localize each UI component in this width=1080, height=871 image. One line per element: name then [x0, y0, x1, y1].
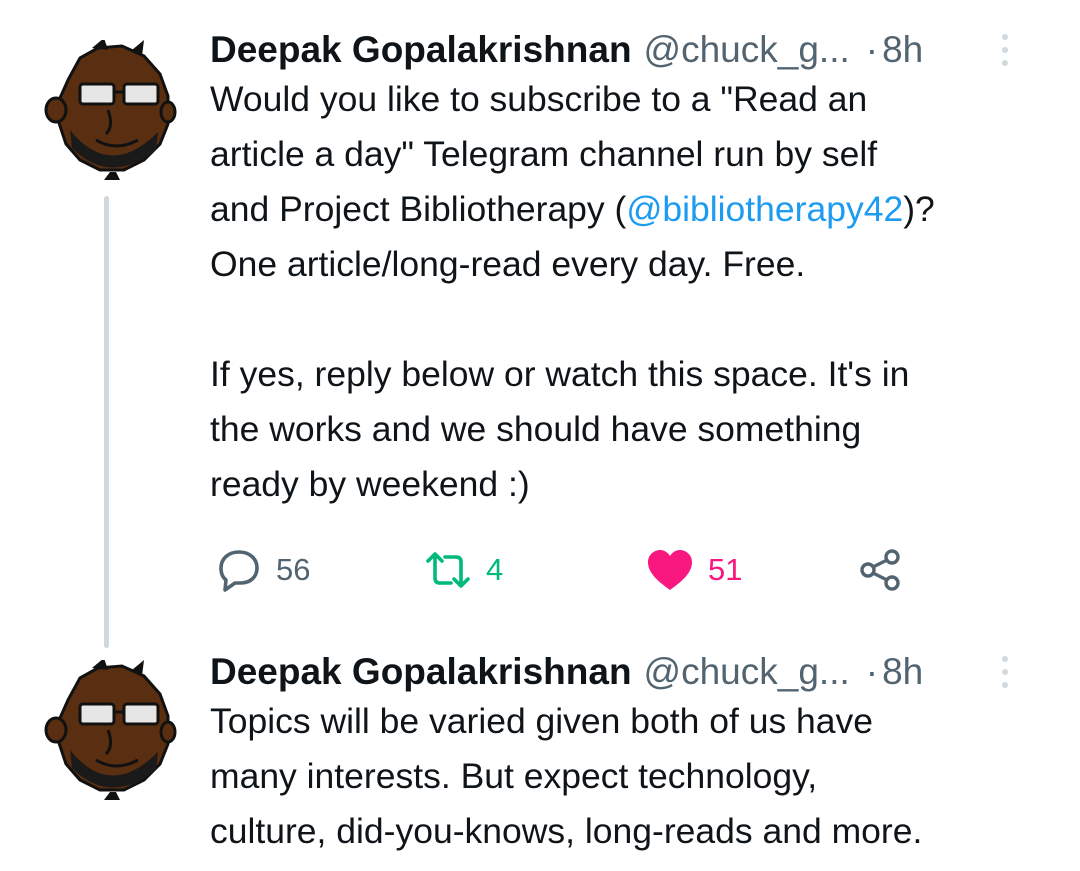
separator-dot: ·: [865, 29, 879, 70]
tweet-text-line: Would you like to subscribe to a "Read a…: [210, 72, 1050, 127]
author-name[interactable]: Deepak Gopalakrishnan: [210, 28, 632, 72]
more-vertical-icon: [1002, 34, 1008, 40]
tweet-text-segment: the works and we should have something: [210, 409, 862, 449]
tweet-text-line: ready by weekend :): [210, 457, 1050, 512]
tweet-text-segment: culture, did-you-knows, long-reads and m…: [210, 811, 923, 851]
more-dot: [1002, 47, 1008, 53]
reply-count: 56: [276, 552, 311, 587]
more-options-button[interactable]: [996, 654, 1014, 690]
cartoon-avatar-icon: [44, 658, 177, 800]
reply-bubble-icon: [219, 550, 259, 592]
share-button[interactable]: [858, 545, 904, 595]
author-handle[interactable]: @chuck_g...: [644, 650, 850, 694]
tweet-text-line: article a day" Telegram channel run by s…: [210, 127, 1050, 182]
avatar[interactable]: [40, 658, 180, 800]
more-dot: [1002, 669, 1008, 675]
tweet-header: Deepak Gopalakrishnan @chuck_g... · 8h: [210, 28, 1050, 72]
retweet-button[interactable]: 4: [424, 545, 503, 595]
tweet-text-segment: If yes, reply below or watch this space.…: [210, 354, 910, 394]
cartoon-avatar-icon: [44, 38, 177, 180]
more-dot: [1002, 60, 1008, 66]
like-count: 51: [708, 552, 743, 587]
author-name[interactable]: Deepak Gopalakrishnan: [210, 650, 632, 694]
author-handle[interactable]: @chuck_g...: [644, 28, 850, 72]
timestamp[interactable]: 8h: [882, 650, 923, 694]
tweet[interactable]: Deepak Gopalakrishnan @chuck_g... · 8h W…: [0, 0, 1080, 640]
tweet-text-line: the works and we should have something: [210, 402, 1050, 457]
share-icon: [860, 549, 900, 591]
tweet-text-segment: One article/long-read every day. Free.: [210, 244, 806, 284]
tweet-text-segment: many interests. But expect technology,: [210, 756, 818, 796]
retweet-count: 4: [486, 552, 504, 587]
tweet-text-segment: Would you like to subscribe to a "Read a…: [210, 79, 868, 119]
tweet-text-segment: article a day" Telegram channel run by s…: [210, 134, 878, 174]
heart-icon: [648, 550, 692, 590]
tweet-text-segment: ready by weekend :): [210, 464, 530, 504]
mention-link[interactable]: @bibliotherapy42: [626, 189, 903, 229]
timestamp[interactable]: 8h: [882, 28, 923, 72]
tweet-text-line: One article/long-read every day. Free.: [210, 237, 1050, 292]
retweet-icon: [426, 552, 470, 588]
tweet-text-line: If yes, reply below or watch this space.…: [210, 347, 1050, 402]
reply-button[interactable]: 56: [216, 545, 310, 595]
tweet-text-line: Topics will be varied given both of us h…: [210, 694, 1050, 749]
tweet-text-line: culture, did-you-knows, long-reads and m…: [210, 804, 1050, 859]
avatar[interactable]: [40, 38, 180, 180]
tweet-header: Deepak Gopalakrishnan @chuck_g... · 8h: [210, 650, 1050, 694]
tweet-content: Deepak Gopalakrishnan @chuck_g... · 8h T…: [210, 650, 1050, 859]
tweet-text-segment: and Project Bibliotherapy (: [210, 189, 627, 229]
tweet-text: Would you like to subscribe to a "Read a…: [210, 72, 1050, 512]
tweet-text-segment: Topics will be varied given both of us h…: [210, 701, 874, 741]
more-vertical-icon: [1002, 656, 1008, 662]
paragraph-break: [210, 292, 1050, 347]
tweet-text: Topics will be varied given both of us h…: [210, 694, 1050, 859]
tweet-actions: 56 4 51: [210, 545, 930, 595]
separator-dot: ·: [865, 651, 879, 692]
tweet-text-segment: )?: [903, 189, 935, 229]
more-options-button[interactable]: [996, 32, 1014, 68]
tweet-text-line: many interests. But expect technology,: [210, 749, 1050, 804]
like-button[interactable]: 51: [646, 545, 742, 595]
tweet-content: Deepak Gopalakrishnan @chuck_g... · 8h W…: [210, 28, 1050, 512]
tweet-text-line: and Project Bibliotherapy (@bibliotherap…: [210, 182, 1050, 237]
tweet[interactable]: Deepak Gopalakrishnan @chuck_g... · 8h T…: [0, 640, 1080, 871]
more-dot: [1002, 682, 1008, 688]
